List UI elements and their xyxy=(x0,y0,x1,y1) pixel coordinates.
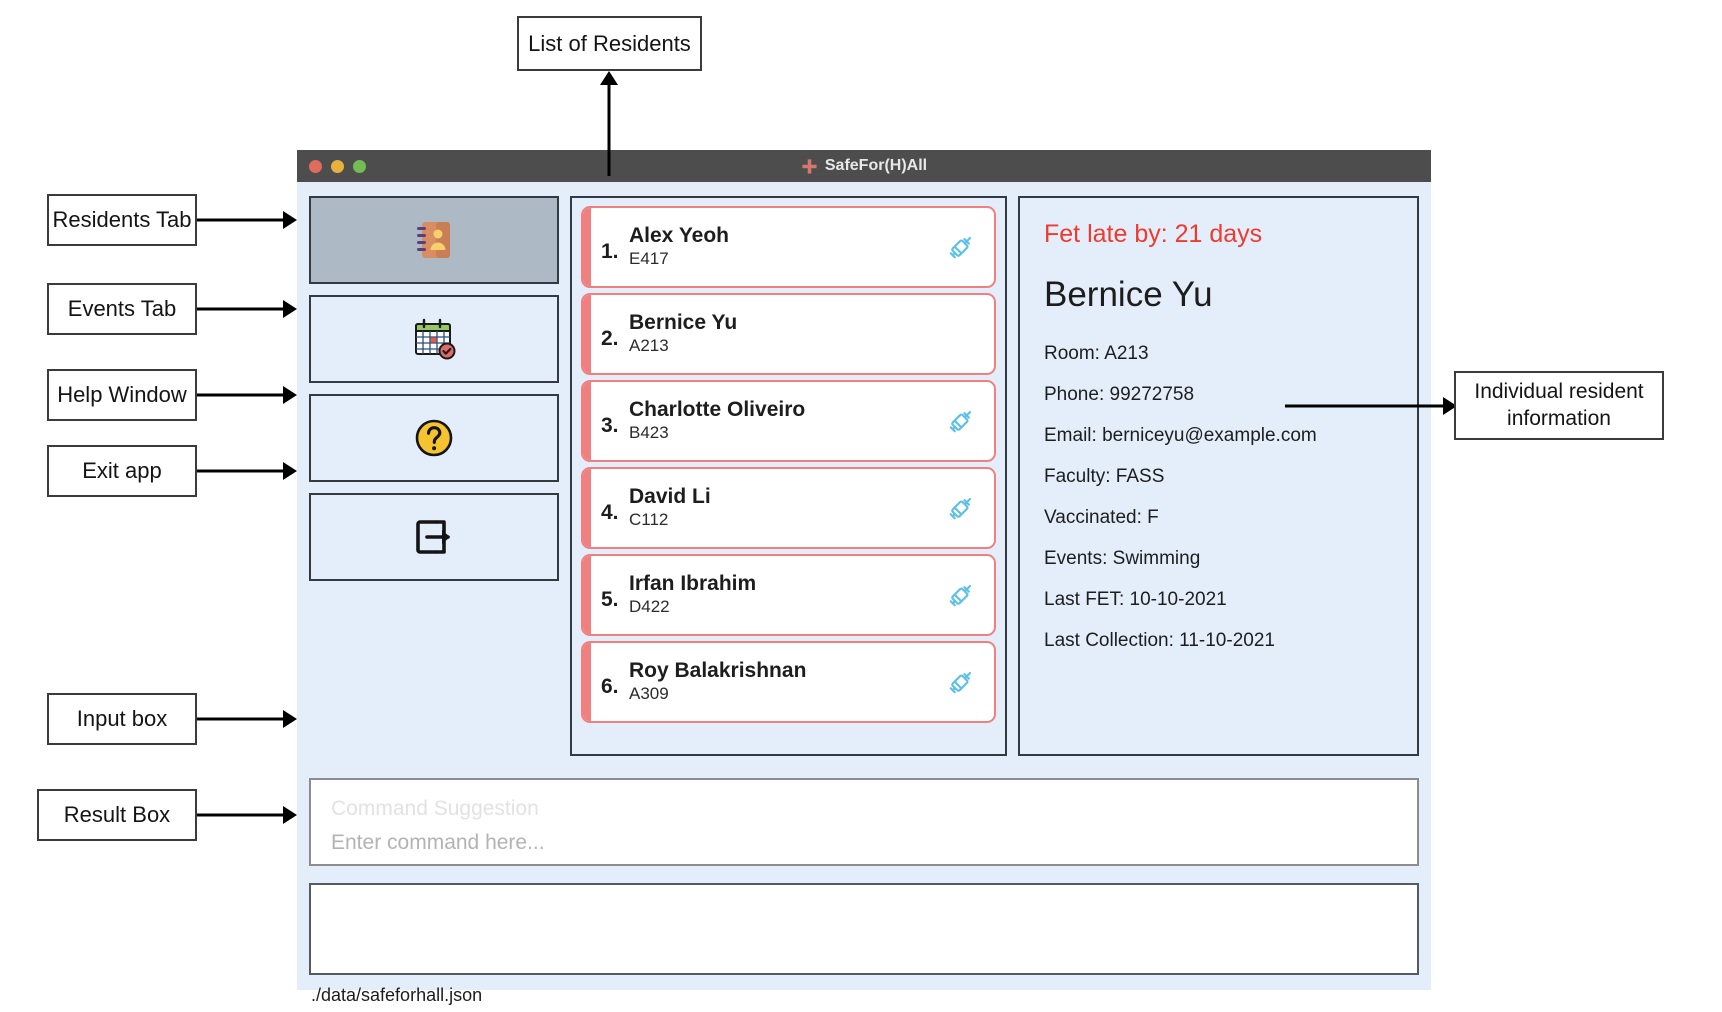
detail-field-vaccinated: Vaccinated: F xyxy=(1044,507,1159,528)
annotation-individual-resident-information: Individual resident information xyxy=(1454,371,1664,440)
resident-index: 3. xyxy=(601,414,619,437)
resident-room: D422 xyxy=(629,597,670,617)
annotation-exit-app: Exit app xyxy=(47,445,197,497)
resident-name: Alex Yeoh xyxy=(629,223,729,247)
resident-index: 5. xyxy=(601,588,619,611)
resident-info: Bernice Yu A213 xyxy=(629,311,944,357)
resident-index: 6. xyxy=(601,675,619,698)
calendar-check-icon xyxy=(415,318,456,360)
sidebar-item-help[interactable] xyxy=(309,394,559,482)
resident-name: David Li xyxy=(629,484,711,508)
title-bar: SafeFor(H)All xyxy=(297,150,1431,182)
resident-info: David Li C112 xyxy=(629,485,944,531)
resident-info: Irfan Ibrahim D422 xyxy=(629,572,944,618)
detail-field-last-collection: Last Collection: 11-10-2021 xyxy=(1044,630,1275,651)
resident-list-panel: 1. Alex Yeoh E417 2. Bernice Yu A213 3. … xyxy=(570,196,1007,756)
command-input-box[interactable]: Command Suggestion Enter command here... xyxy=(309,778,1419,866)
annotation-label: List of Residents xyxy=(528,30,691,56)
syringe-icon xyxy=(949,671,972,694)
command-suggestion-text: Command Suggestion xyxy=(331,797,539,820)
sidebar-item-events[interactable] xyxy=(309,295,559,383)
maximize-button[interactable] xyxy=(353,159,366,173)
annotation-label: Events Tab xyxy=(67,296,177,322)
annotation-residents-tab: Residents Tab xyxy=(47,194,197,246)
annotation-label: Result Box xyxy=(63,802,171,828)
annotation-arrow-help-window xyxy=(197,385,297,405)
resident-list-item[interactable]: 6. Roy Balakrishnan A309 xyxy=(581,641,996,723)
resident-room: A309 xyxy=(629,684,669,704)
main-panes: 1. Alex Yeoh E417 2. Bernice Yu A213 3. … xyxy=(309,196,1419,756)
resident-list-item[interactable]: 5. Irfan Ibrahim D422 xyxy=(581,554,996,636)
syringe-icon xyxy=(949,584,972,607)
resident-list-item[interactable]: 3. Charlotte Oliveiro B423 xyxy=(581,380,996,462)
minimize-button[interactable] xyxy=(331,159,344,173)
result-display-box xyxy=(309,883,1419,975)
resident-info: Roy Balakrishnan A309 xyxy=(629,659,944,705)
annotation-arrow-exit-app xyxy=(197,461,297,481)
close-button[interactable] xyxy=(309,159,322,173)
sidebar-item-exit[interactable] xyxy=(309,493,559,581)
resident-room: A213 xyxy=(629,336,669,356)
annotation-label: Residents Tab xyxy=(52,207,192,233)
annotation-label: Input box xyxy=(76,706,168,732)
detail-field-last-fet: Last FET: 10-10-2021 xyxy=(1044,589,1227,610)
annotation-arrow-list-of-residents xyxy=(600,71,618,176)
medical-cross-icon xyxy=(802,158,817,174)
resident-name: Charlotte Oliveiro xyxy=(629,397,806,421)
status-bar-file-path: ./data/safeforhall.json xyxy=(311,985,483,1005)
annotation-label: Help Window xyxy=(57,382,187,408)
detail-resident-name: Bernice Yu xyxy=(1044,275,1213,314)
syringe-icon xyxy=(949,236,972,259)
annotation-arrow-events-tab xyxy=(197,299,297,319)
window-title: SafeFor(H)All xyxy=(297,157,1431,175)
resident-info: Alex Yeoh E417 xyxy=(629,224,944,270)
syringe-icon xyxy=(949,497,972,520)
annotation-arrow-input-box xyxy=(197,709,297,729)
resident-index: 2. xyxy=(601,327,619,350)
address-book-icon xyxy=(417,222,450,258)
resident-index: 1. xyxy=(601,240,619,263)
app-body: 1. Alex Yeoh E417 2. Bernice Yu A213 3. … xyxy=(297,182,1431,1005)
app-window: SafeFor(H)All 1. Alex Yeoh E417 2. Berni… xyxy=(297,150,1431,1005)
detail-field-events: Events: Swimming xyxy=(1044,548,1201,569)
syringe-icon xyxy=(949,410,972,433)
resident-room: C112 xyxy=(629,510,669,530)
resident-name: Roy Balakrishnan xyxy=(629,658,807,682)
annotation-arrow-individual-resident-information xyxy=(1285,396,1457,416)
sidebar xyxy=(309,196,559,756)
resident-index: 4. xyxy=(601,501,619,524)
annotation-input-box: Input box xyxy=(47,693,197,745)
resident-name: Bernice Yu xyxy=(629,310,738,334)
annotation-label: Individual resident information xyxy=(1474,380,1644,430)
sidebar-item-residents[interactable] xyxy=(309,196,559,284)
annotation-events-tab: Events Tab xyxy=(47,283,197,335)
window-title-text: SafeFor(H)All xyxy=(824,157,928,174)
detail-field-room: Room: A213 xyxy=(1044,343,1149,364)
detail-field-email: Email: berniceyu@example.com xyxy=(1044,425,1317,446)
resident-name: Irfan Ibrahim xyxy=(629,571,757,595)
annotation-label: Exit app xyxy=(82,458,162,484)
annotation-arrow-residents-tab xyxy=(197,210,297,230)
annotation-list-of-residents: List of Residents xyxy=(517,16,702,71)
resident-info: Charlotte Oliveiro B423 xyxy=(629,398,944,444)
resident-room: B423 xyxy=(629,423,669,443)
resident-list-item[interactable]: 1. Alex Yeoh E417 xyxy=(581,206,996,288)
fet-late-badge: Fet late by: 21 days xyxy=(1044,220,1263,248)
annotation-help-window: Help Window xyxy=(47,369,197,421)
window-controls[interactable] xyxy=(309,159,366,173)
command-input[interactable]: Enter command here... xyxy=(331,826,1397,860)
annotation-result-box: Result Box xyxy=(37,789,197,841)
exit-door-arrow-icon xyxy=(416,520,450,554)
resident-room: E417 xyxy=(629,249,669,269)
resident-list-item[interactable]: 2. Bernice Yu A213 xyxy=(581,293,996,375)
detail-field-faculty: Faculty: FASS xyxy=(1044,466,1165,487)
resident-list-item[interactable]: 4. David Li C112 xyxy=(581,467,996,549)
annotation-arrow-result-box xyxy=(197,805,297,825)
question-mark-circle-icon xyxy=(415,419,453,457)
resident-detail-panel: Fet late by: 21 days Bernice Yu Room: A2… xyxy=(1018,196,1419,756)
